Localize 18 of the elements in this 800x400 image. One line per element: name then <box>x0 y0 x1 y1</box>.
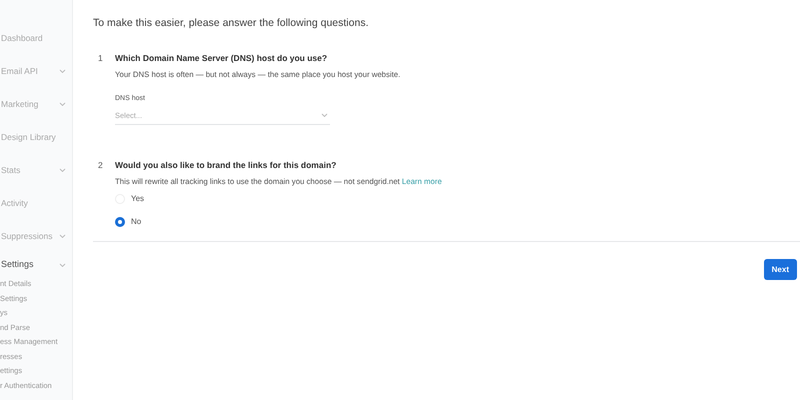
sidebar-item[interactable]: Design Library <box>0 121 72 154</box>
question-title: Would you also like to brand the links for this domain? <box>115 159 338 172</box>
sidebar-item[interactable]: Stats <box>0 154 72 187</box>
sidebar-item[interactable]: Activity <box>0 187 72 220</box>
sidebar-item[interactable]: Dashboard <box>0 22 72 55</box>
question-number: 1 <box>97 52 104 65</box>
radio-button[interactable] <box>115 216 125 227</box>
radio-label: No <box>131 216 142 228</box>
question-number: 2 <box>97 159 104 172</box>
question-title: Which Domain Name Server (DNS) host do you use? <box>115 52 328 64</box>
sidebar-item[interactable]: Suppressions <box>0 220 72 253</box>
sidebar-item[interactable]: Marketing <box>0 88 72 121</box>
sidebar-item[interactable]: Email API <box>0 55 72 88</box>
next-button[interactable]: Next <box>764 258 797 280</box>
radio-label: Yes <box>131 192 144 205</box>
sidebar-item[interactable]: Settings <box>0 253 72 277</box>
caret-icon <box>321 113 328 118</box>
intro-text: To make this easier, please answer the following questions. <box>93 16 370 31</box>
